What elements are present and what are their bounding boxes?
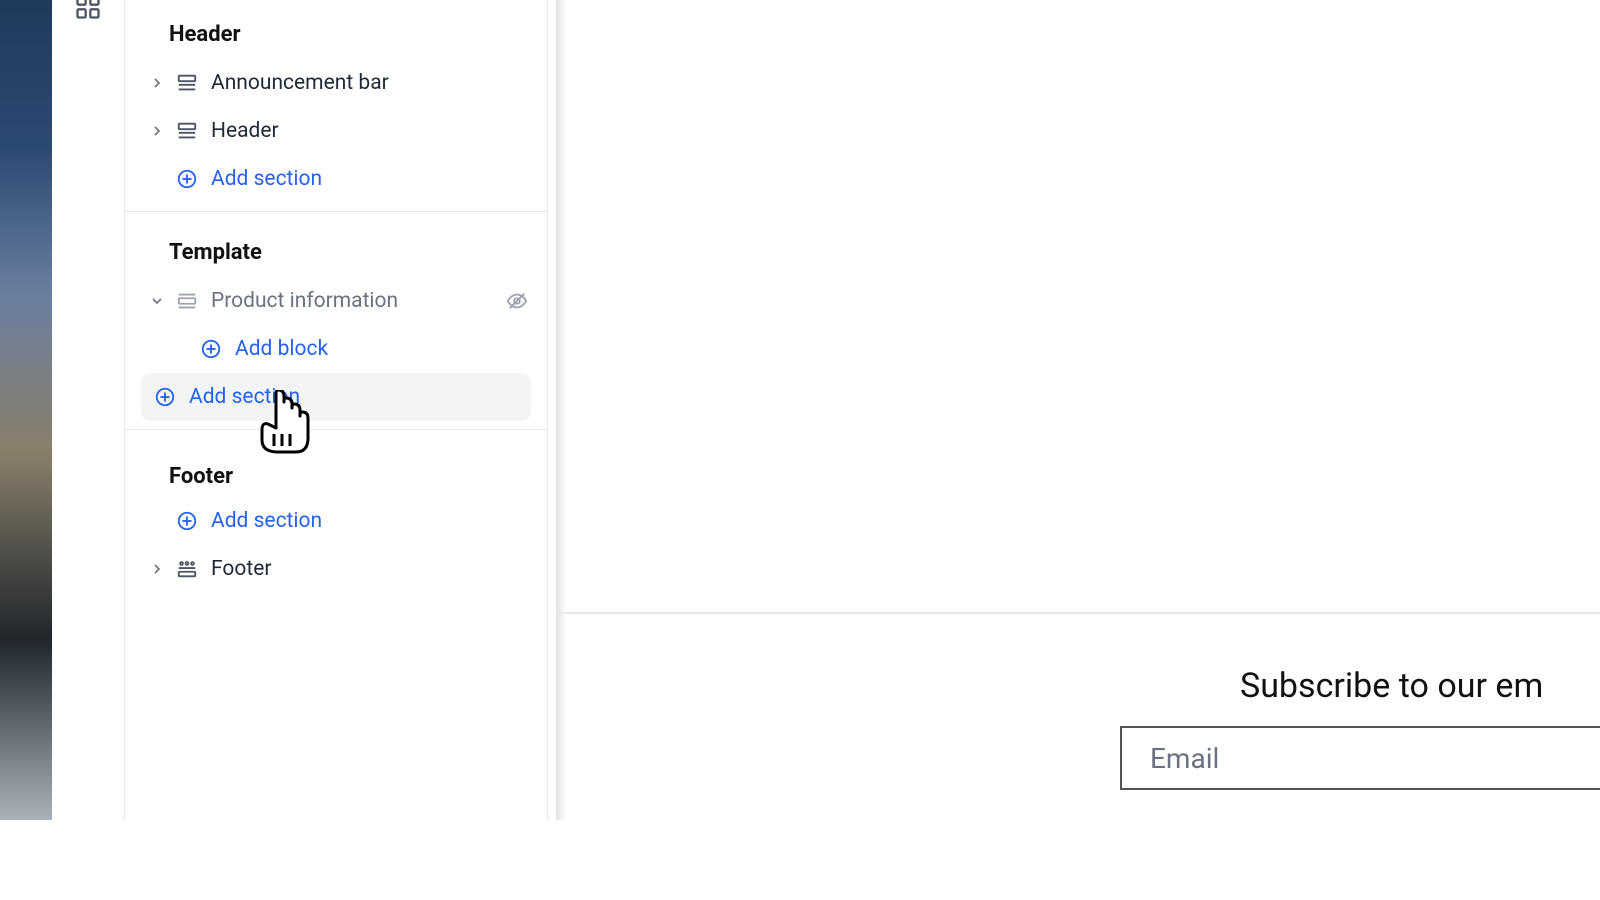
add-section-header-button[interactable]: Add section — [125, 155, 547, 203]
chevron-right-icon — [145, 75, 169, 91]
plus-circle-icon — [197, 338, 225, 360]
plus-circle-icon — [173, 168, 201, 190]
section-row-footer[interactable]: Footer — [125, 545, 547, 593]
group-title-template: Template — [125, 240, 547, 265]
nav-rail — [52, 0, 124, 820]
add-block-button[interactable]: Add block — [125, 325, 547, 373]
section-row-announcement-bar[interactable]: Announcement bar — [125, 59, 547, 107]
footer-icon — [173, 558, 201, 580]
section-label: Header — [211, 119, 279, 143]
bottom-gap — [0, 820, 1600, 900]
add-block-label: Add block — [235, 337, 328, 361]
group-title-footer: Footer — [125, 464, 547, 489]
divider — [125, 429, 547, 430]
add-section-footer-button[interactable]: Add section — [125, 497, 547, 545]
chevron-right-icon — [145, 561, 169, 577]
add-section-label: Add section — [189, 385, 300, 409]
add-section-label: Add section — [211, 509, 322, 533]
preview-footer-area: Subscribe to our em Email — [556, 612, 1600, 666]
group-title-header: Header — [125, 22, 547, 47]
sections-icon[interactable] — [74, 0, 102, 21]
announcement-bar-icon — [173, 72, 201, 94]
plus-circle-icon — [173, 510, 201, 532]
header-icon — [173, 120, 201, 142]
add-section-template-button[interactable]: Add section — [141, 373, 531, 421]
subscribe-heading: Subscribe to our em — [1240, 666, 1543, 706]
plus-circle-icon — [151, 386, 179, 408]
desktop-background-sliver — [0, 0, 52, 820]
section-label: Footer — [211, 557, 271, 581]
chevron-right-icon — [145, 123, 169, 139]
divider — [125, 211, 547, 212]
sidebar-panel: Header Announcement bar Header A — [124, 0, 548, 820]
hidden-eye-icon[interactable] — [503, 290, 531, 312]
email-placeholder: Email — [1150, 742, 1219, 775]
product-section-icon — [173, 290, 201, 312]
section-row-product-information[interactable]: Product information — [125, 277, 547, 325]
add-section-label: Add section — [211, 167, 322, 191]
section-row-header[interactable]: Header — [125, 107, 547, 155]
section-label: Announcement bar — [211, 71, 389, 95]
email-input[interactable]: Email — [1120, 726, 1600, 790]
chevron-down-icon — [145, 293, 169, 309]
section-label: Product information — [211, 289, 398, 313]
panel-shadow — [556, 0, 566, 820]
